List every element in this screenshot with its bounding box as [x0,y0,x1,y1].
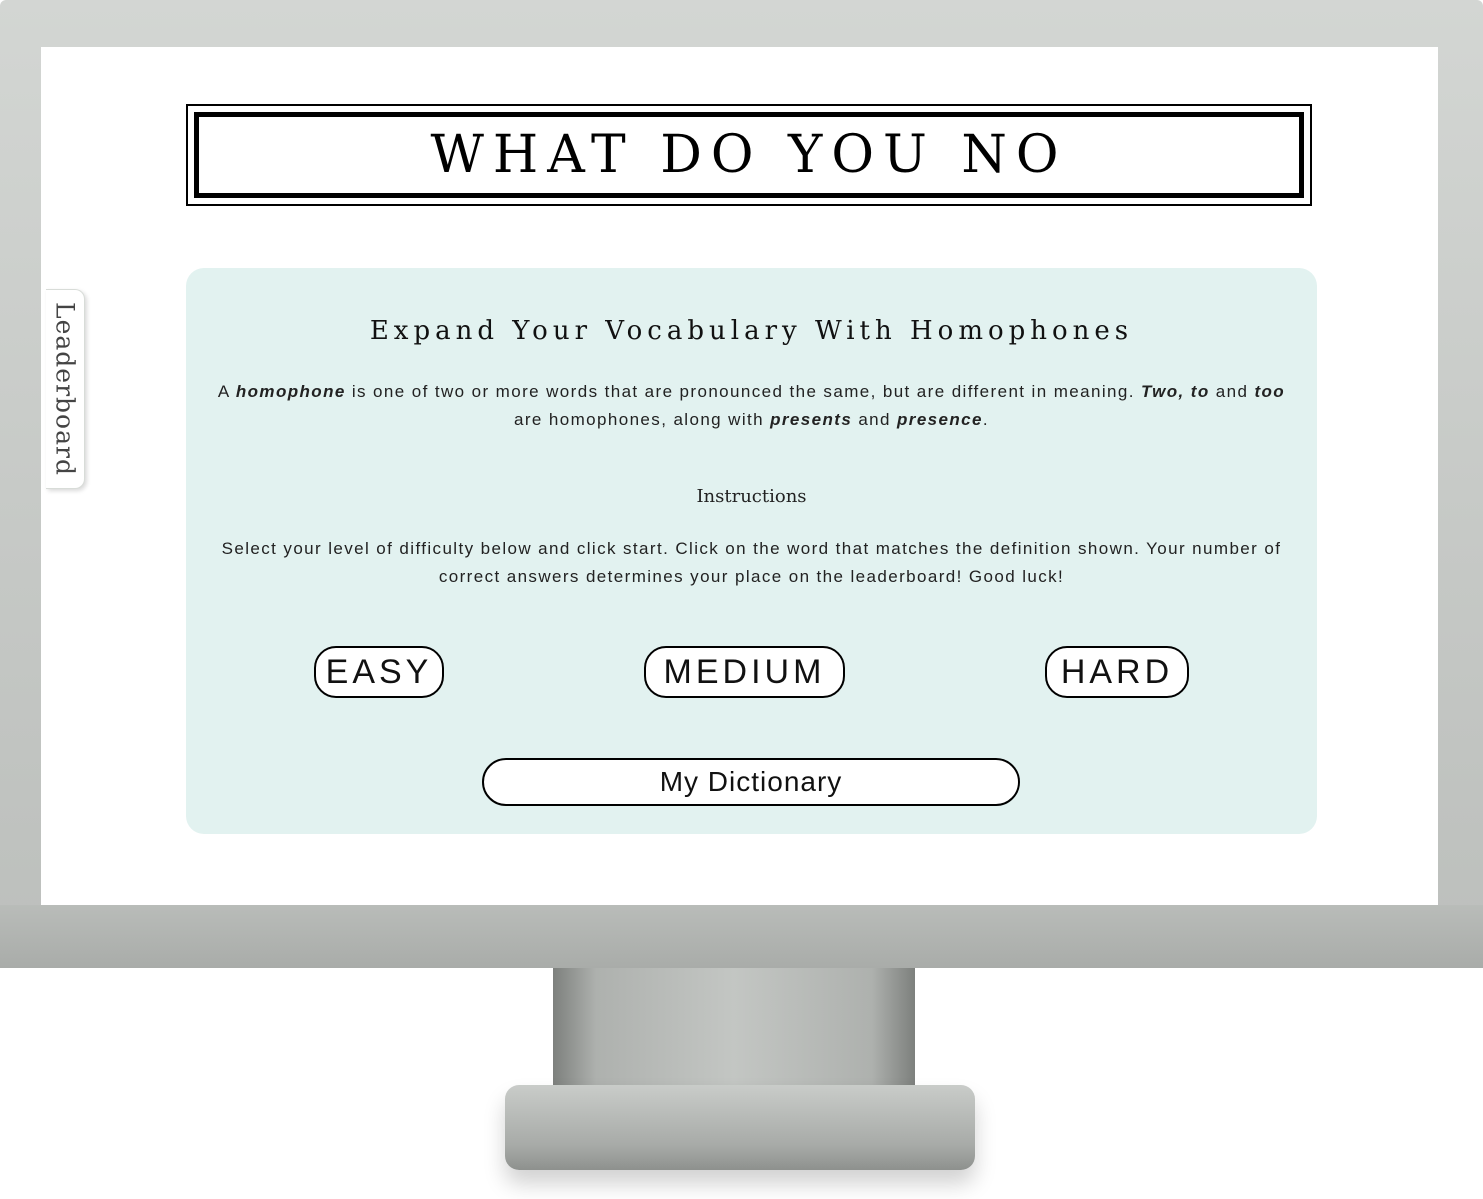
instructions-heading: Instructions [696,486,807,507]
intro-term: presence [897,410,983,429]
intro-text: are homophones, along with [514,410,771,429]
intro-text: and [1209,382,1255,401]
title-frame-inner: WHAT DO YOU NO [194,112,1304,198]
monitor-stand-base [505,1085,975,1170]
intro-text: and [852,410,898,429]
intro-paragraph: A homophone is one of two or more words … [208,378,1295,434]
intro-term: homophone [235,382,346,401]
intro-text: . [982,410,989,429]
easy-button[interactable]: EASY [314,646,444,698]
main-panel: Expand Your Vocabulary With Homophones A… [186,268,1317,834]
page-title: WHAT DO YOU NO [430,125,1068,185]
monitor-screen: WHAT DO YOU NO Leaderboard Expand Your V… [41,47,1438,905]
intro-term: Two, to [1140,382,1210,401]
instructions-text: Select your level of difficulty below an… [221,539,1282,586]
leaderboard-tab[interactable]: Leaderboard [46,289,85,489]
hard-button[interactable]: HARD [1045,646,1189,698]
panel-heading: Expand Your Vocabulary With Homophones [369,316,1134,346]
intro-text: A [217,382,236,401]
intro-text: is one of two or more words that are pro… [345,382,1141,401]
medium-button[interactable]: MEDIUM [644,646,845,698]
monitor-chin [0,905,1483,968]
title-frame: WHAT DO YOU NO [186,104,1312,206]
intro-term: too [1254,382,1286,401]
intro-term: presents [770,410,853,429]
leaderboard-tab-label: Leaderboard [50,302,80,476]
my-dictionary-button[interactable]: My Dictionary [482,758,1020,806]
